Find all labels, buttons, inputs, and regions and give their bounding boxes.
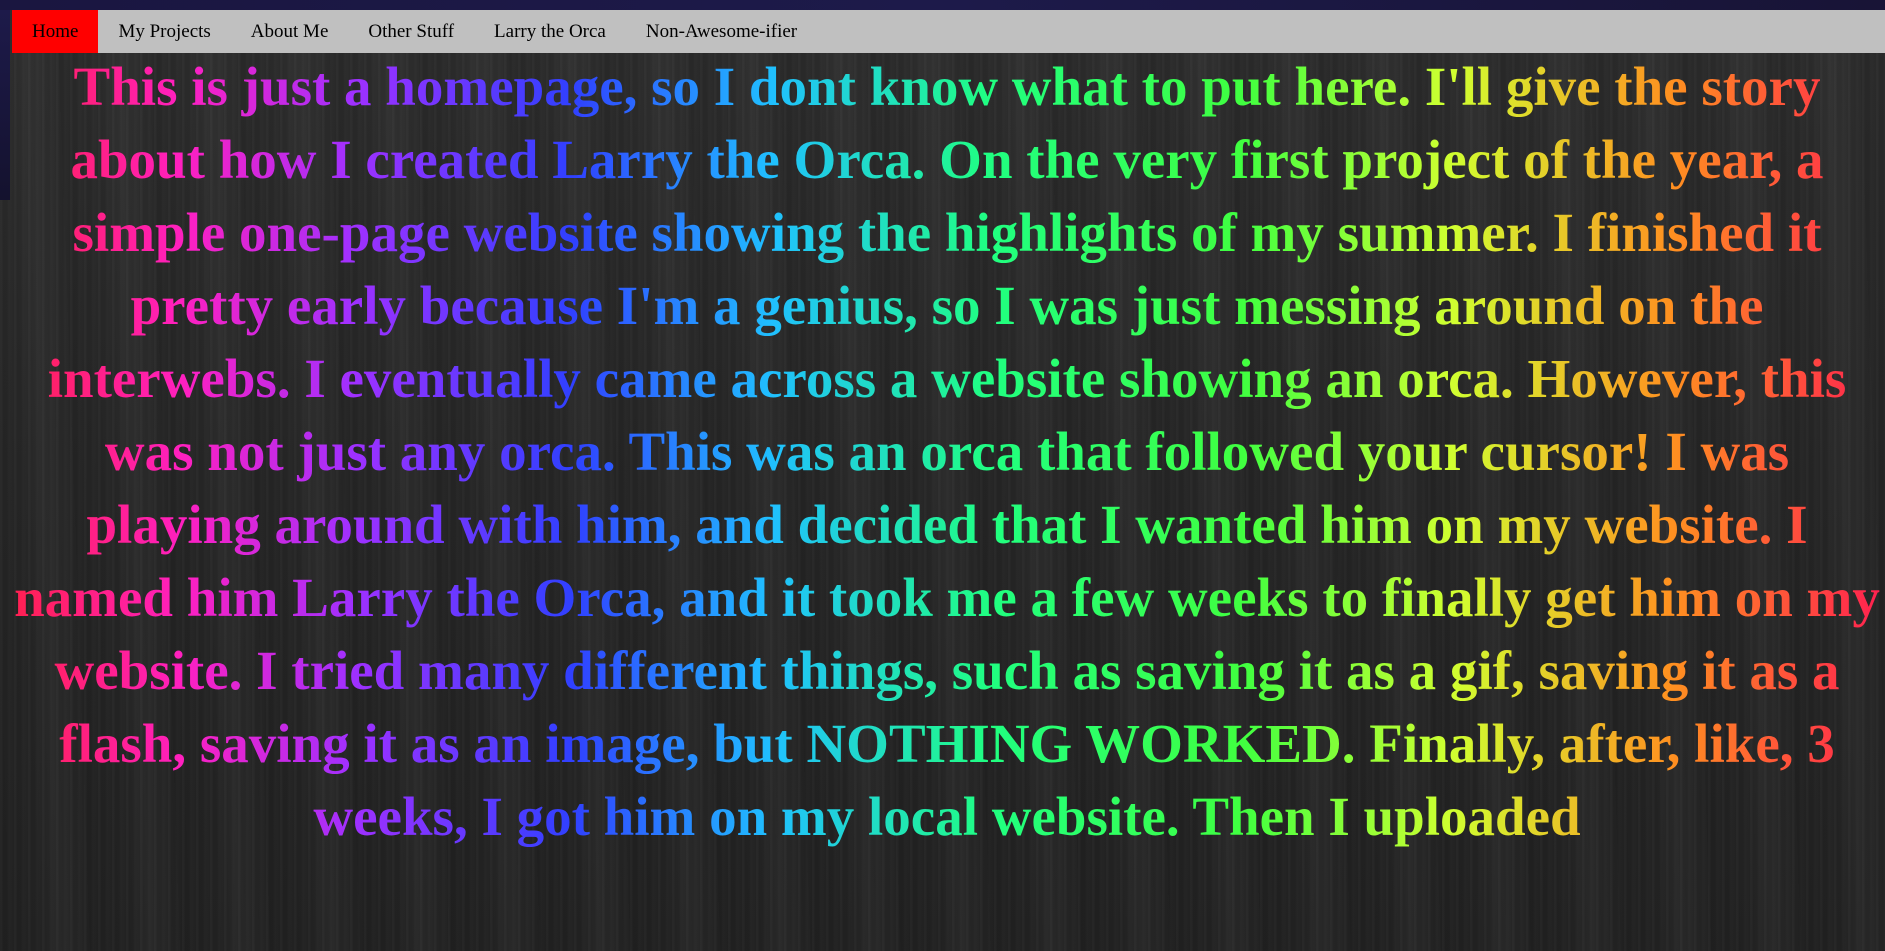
page: Home My Projects About Me Other Stuff La…	[0, 0, 1885, 951]
nav-other-stuff[interactable]: Other Stuff	[348, 10, 474, 53]
nav-about-me[interactable]: About Me	[231, 10, 349, 53]
left-background-strip	[0, 10, 10, 200]
nav-my-projects[interactable]: My Projects	[98, 10, 230, 53]
nav-non-awesome-ifier[interactable]: Non-Awesome-ifier	[626, 10, 817, 53]
nav-home[interactable]: Home	[12, 10, 99, 53]
navbar: Home My Projects About Me Other Stuff La…	[12, 10, 1885, 53]
homepage-story-text: This is just a homepage, so I dont know …	[12, 50, 1882, 853]
top-background-strip	[0, 0, 1885, 10]
nav-larry-the-orca[interactable]: Larry the Orca	[474, 10, 626, 53]
